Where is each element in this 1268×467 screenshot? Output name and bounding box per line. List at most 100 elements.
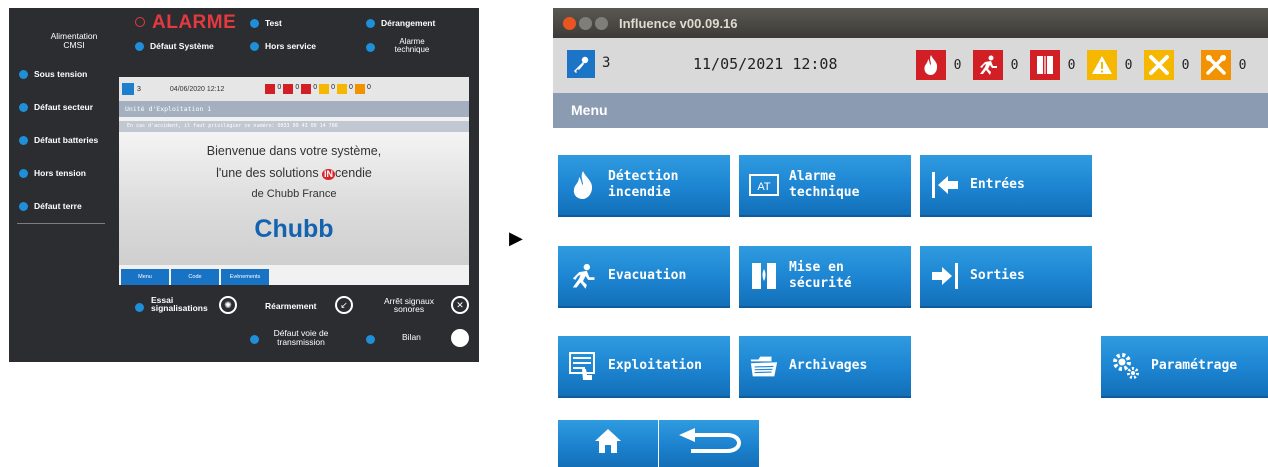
mini-tab-menu[interactable]: Menu (121, 269, 169, 285)
transition-arrow-icon: ▶ (509, 228, 523, 248)
hors-service-indicator: Hors service (250, 42, 316, 52)
parametrage-button[interactable]: Paramétrage (1101, 336, 1268, 398)
lightbulb-icon[interactable]: ✺ (219, 296, 237, 314)
divider (17, 223, 105, 224)
title-bar: Influence v00.09.16 (553, 8, 1268, 38)
rearmement-label: Réarmement (265, 301, 317, 311)
mini-info-bar: En cas d'accident, il faut privilégier c… (119, 121, 469, 132)
arret-signaux-label: Arrêt signaux sonores (383, 296, 435, 314)
key-count: 3 (602, 55, 611, 71)
mise-en-securite-button[interactable]: Mise en sécurité (739, 246, 911, 308)
led-icon (19, 103, 28, 113)
fire-door-icon (749, 261, 779, 291)
cmsi-panel: ALARME Test Dérangement Alimentation CMS… (9, 8, 479, 362)
bilan-button-icon[interactable] (451, 329, 469, 347)
essai-label: Essai signalisations (151, 295, 208, 313)
alimentation-label: Alimentation CMSI (50, 31, 98, 50)
cross-icon (1144, 50, 1174, 80)
led-icon (135, 303, 144, 312)
defaut-secteur-indicator: Défaut secteur (19, 103, 93, 113)
fire-icon (916, 50, 946, 80)
sorties-button[interactable]: Sorties (920, 246, 1092, 308)
warning-counter[interactable]: 0 (1087, 50, 1140, 80)
mini-datetime: 04/06/2020 12:12 (169, 85, 225, 93)
defaut-batteries-indicator: Défaut batteries (19, 136, 98, 146)
mini-counters: 0 0 0 0 0 0 (265, 84, 371, 94)
exploitation-button[interactable]: Exploitation (558, 336, 730, 398)
arrow-out-icon (930, 261, 960, 291)
led-icon (366, 335, 375, 344)
defaut-voie-label: Défaut voie de transmission (273, 328, 329, 347)
led-icon (19, 169, 28, 179)
fire-door-counter[interactable]: 0 (1030, 50, 1083, 80)
led-icon (366, 19, 375, 29)
led-icon (250, 42, 259, 52)
led-icon (19, 70, 28, 80)
mute-speaker-icon[interactable]: ✕ (451, 296, 469, 314)
maximize-icon[interactable] (595, 16, 608, 30)
warning-triangle-icon (1087, 50, 1117, 80)
defaut-terre-indicator: Défaut terre (19, 202, 82, 212)
home-icon (593, 427, 623, 460)
at-board-icon: AT (749, 170, 779, 200)
bilan-label: Bilan (402, 332, 421, 342)
reset-arrow-icon[interactable]: ↙ (335, 296, 353, 314)
hors-tension-indicator: Hors tension (19, 169, 86, 179)
tools-icon (354, 84, 365, 94)
close-icon[interactable] (563, 16, 576, 30)
welcome-panel: Bienvenue dans votre système, l'une des … (119, 132, 469, 265)
derangement-indicator: Dérangement (366, 19, 435, 29)
mini-status-bar: 3 04/06/2020 12:12 0 0 0 0 0 0 (119, 77, 469, 101)
chubb-logo: Chubb (254, 214, 334, 243)
datetime: 11/05/2021 12:08 (693, 55, 838, 73)
cross-icon (337, 84, 348, 94)
fire-icon (265, 84, 276, 94)
minimize-icon[interactable] (579, 16, 592, 30)
mini-tab-evenements[interactable]: Evènements (221, 269, 269, 285)
alarme-technique-label: Alarme technique (394, 37, 430, 55)
panel-touchscreen: 3 04/06/2020 12:12 0 0 0 0 0 0 Unité d'E… (119, 77, 469, 285)
evacuation-counter[interactable]: 0 (973, 50, 1026, 80)
mini-unit-bar: Unité d'Exploitation 1 (119, 101, 469, 117)
menu-grid: Détection incendie AT Alarme technique E… (553, 128, 1268, 467)
fault-counter[interactable]: 0 (1144, 50, 1197, 80)
home-button[interactable] (558, 420, 658, 467)
detection-incendie-button[interactable]: Détection incendie (558, 155, 730, 217)
influence-window: Influence v00.09.16 3 11/05/2021 12:08 0… (553, 8, 1268, 467)
entrees-button[interactable]: Entrées (920, 155, 1092, 217)
mini-tab-code[interactable]: Code (171, 269, 219, 285)
fire-counter[interactable]: 0 (916, 50, 969, 80)
key-icon (122, 83, 134, 95)
maintenance-counter[interactable]: 0 (1201, 50, 1254, 80)
touch-list-icon (568, 351, 598, 381)
led-icon (19, 136, 28, 146)
alarm-bell-icon (135, 17, 145, 27)
archivages-button[interactable]: Archivages (739, 336, 911, 398)
evacuation-button[interactable]: Evacuation (558, 246, 730, 308)
led-icon (250, 335, 259, 344)
led-icon (250, 19, 259, 29)
mini-key-count: 3 (137, 85, 141, 93)
event-counters: 0 0 0 0 0 0 (916, 50, 1258, 80)
alarme-technique-button[interactable]: AT Alarme technique (739, 155, 911, 217)
running-person-icon (973, 50, 1003, 80)
back-button[interactable] (659, 420, 759, 467)
defaut-systeme-indicator: Défaut Système (135, 42, 214, 52)
led-icon (19, 202, 28, 212)
led-icon (366, 43, 375, 52)
window-title: Influence v00.09.16 (619, 15, 738, 31)
key-icon[interactable] (567, 50, 595, 78)
gears-icon (1111, 351, 1141, 381)
fire-icon (568, 170, 598, 200)
incendie-logo: IN (322, 168, 336, 180)
arrow-in-icon (930, 170, 960, 200)
running-person-icon (568, 261, 598, 291)
fire-door-icon (301, 84, 312, 94)
welcome-line-2: l'une des solutions IN cendie (216, 165, 372, 180)
mini-tabs: Menu Code Evènements (121, 269, 269, 285)
tools-icon (1201, 50, 1231, 80)
welcome-line-3: de Chubb France (251, 187, 337, 200)
back-arrow-icon (677, 428, 742, 459)
screenshot-root: ALARME Test Dérangement Alimentation CMS… (0, 0, 1268, 467)
sous-tension-indicator: Sous tension (19, 70, 87, 80)
